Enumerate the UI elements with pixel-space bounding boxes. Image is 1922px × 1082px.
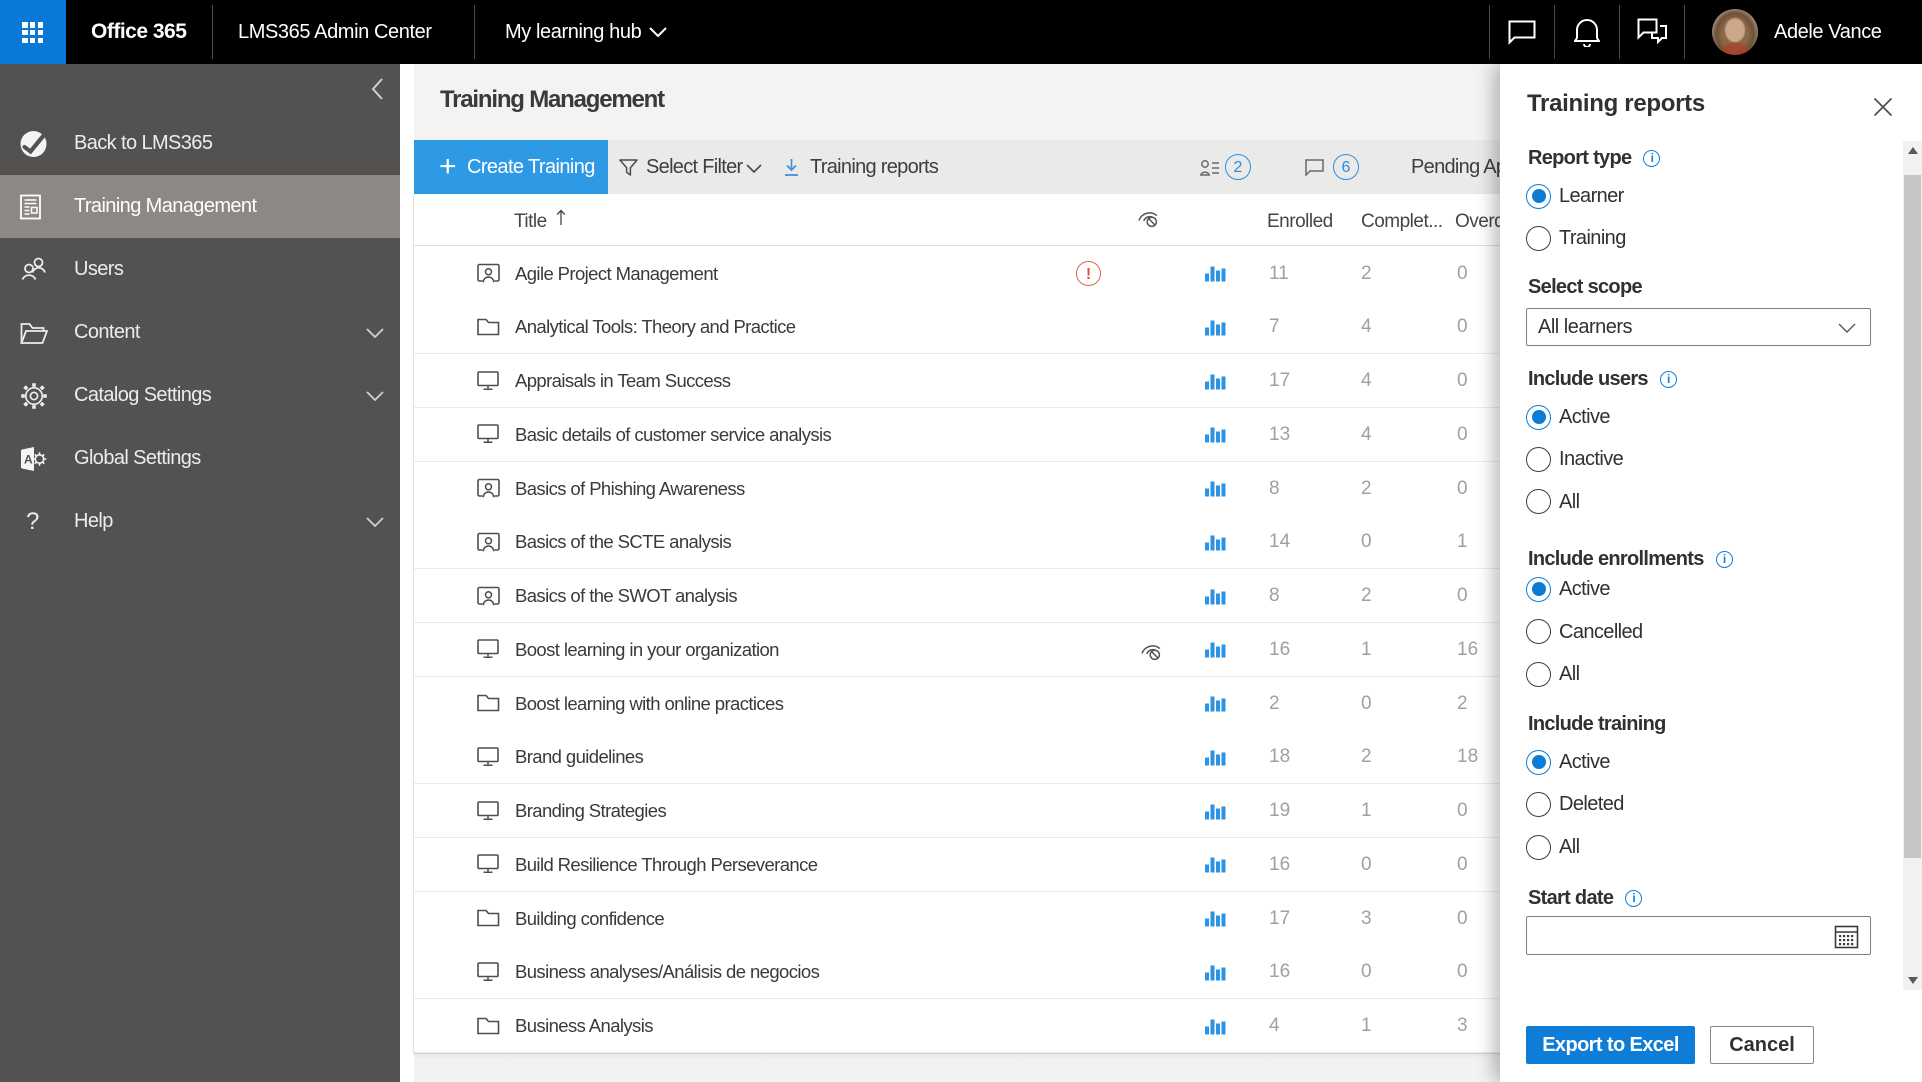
svg-text:A: A <box>24 452 33 466</box>
